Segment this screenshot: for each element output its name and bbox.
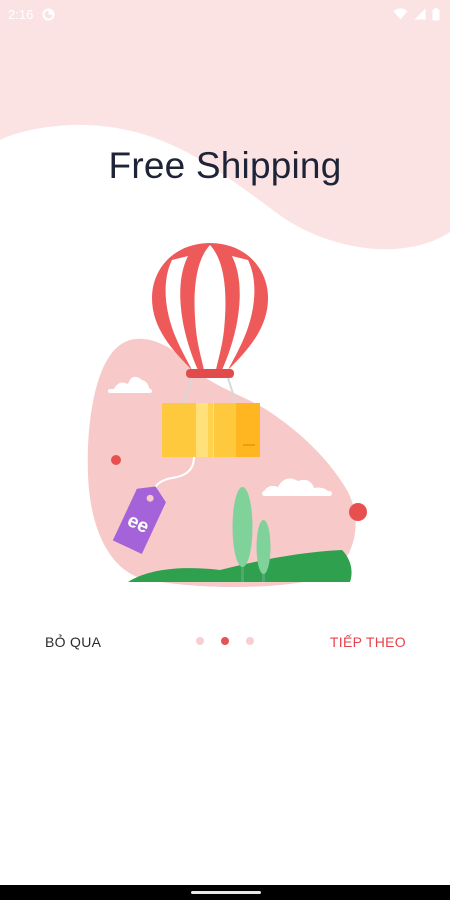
- onboarding-title: Free Shipping: [108, 145, 342, 186]
- page-indicator: [196, 637, 254, 645]
- wifi-icon: [393, 8, 408, 20]
- free-shipping-illustration: ee: [87, 243, 367, 587]
- system-navigation-bar: [0, 885, 450, 900]
- page-dot-1[interactable]: [196, 637, 204, 645]
- onboarding-navigation: BỎ QUA TIẾP THEO: [0, 628, 450, 660]
- page-dot-3[interactable]: [246, 637, 254, 645]
- page-dot-2-active[interactable]: [221, 637, 229, 645]
- home-indicator[interactable]: [191, 891, 261, 894]
- skip-button[interactable]: BỎ QUA: [45, 634, 101, 650]
- next-button[interactable]: TIẾP THEO: [330, 634, 406, 650]
- battery-icon: [432, 7, 440, 20]
- parcel-box-icon: [162, 403, 260, 457]
- decoration-dot: [349, 503, 367, 521]
- status-bar: 2:16: [0, 0, 450, 28]
- header-wave-background: [0, 0, 450, 250]
- cellular-signal-icon: [414, 8, 426, 20]
- data-saver-icon: [42, 8, 55, 20]
- status-time: 2:16: [8, 6, 34, 22]
- decoration-dot: [111, 455, 121, 465]
